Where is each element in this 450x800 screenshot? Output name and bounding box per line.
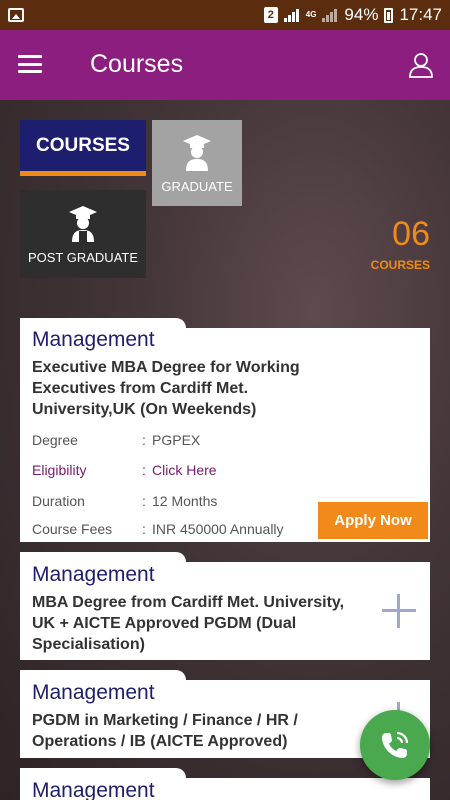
course-count-number: 06 bbox=[392, 215, 430, 253]
card-category: Management bbox=[32, 681, 155, 704]
expand-plus-icon[interactable] bbox=[382, 594, 416, 628]
signal-icon bbox=[283, 8, 300, 22]
card-title: PGDM in Marketing / Finance / HR / Opera… bbox=[32, 712, 298, 750]
app-bar: Courses bbox=[0, 30, 450, 100]
course-card-4[interactable]: Management bbox=[20, 778, 430, 800]
eligibility-link[interactable]: Click Here bbox=[152, 462, 217, 478]
detail-degree: Degree: PGPEX bbox=[32, 432, 201, 448]
filter-graduate[interactable]: GRADUATE bbox=[152, 120, 242, 206]
filter-post-graduate[interactable]: POST GRADUATE bbox=[20, 190, 146, 278]
course-card-2[interactable]: Management MBA Degree from Cardiff Met. … bbox=[20, 562, 430, 660]
card-title: MBA Degree from Cardiff Met. University,… bbox=[32, 594, 345, 653]
status-bar: 2 4G 94% 17:47 bbox=[0, 0, 450, 30]
network-type: 4G bbox=[305, 10, 317, 19]
sim-indicator: 2 bbox=[263, 7, 278, 23]
course-count-label: COURSES bbox=[370, 258, 430, 272]
clock: 17:47 bbox=[399, 5, 442, 24]
card-title: Executive MBA Degree for Working Executi… bbox=[32, 359, 300, 418]
course-count: 06 COURSES bbox=[371, 216, 430, 272]
post-graduate-icon bbox=[69, 205, 97, 242]
filter-courses-label: COURSES bbox=[36, 134, 130, 156]
graduate-icon bbox=[183, 134, 211, 171]
card-category: Management bbox=[32, 563, 155, 586]
card-category: Management bbox=[32, 328, 155, 351]
filter-graduate-label: GRADUATE bbox=[161, 178, 233, 194]
menu-icon[interactable] bbox=[18, 55, 42, 73]
battery-icon bbox=[384, 7, 394, 23]
phone-call-icon bbox=[382, 731, 409, 758]
card-category: Management bbox=[32, 779, 155, 800]
gallery-icon bbox=[8, 8, 24, 22]
course-card-1[interactable]: Management Executive MBA Degree for Work… bbox=[20, 328, 430, 542]
battery-percent: 94% bbox=[344, 5, 379, 24]
detail-eligibility: Eligibility: Click Here bbox=[32, 462, 217, 478]
apply-now-button[interactable]: Apply Now bbox=[318, 502, 428, 539]
user-icon[interactable] bbox=[408, 52, 434, 78]
filter-courses[interactable]: COURSES bbox=[20, 120, 146, 176]
detail-fees: Course Fees: INR 450000 Annually bbox=[32, 521, 284, 537]
call-button[interactable] bbox=[360, 710, 430, 780]
signal-icon-2 bbox=[322, 8, 338, 22]
filter-post-graduate-label: POST GRADUATE bbox=[27, 249, 139, 265]
detail-duration: Duration:12 Months bbox=[32, 493, 218, 509]
page-title: Courses bbox=[90, 50, 184, 78]
